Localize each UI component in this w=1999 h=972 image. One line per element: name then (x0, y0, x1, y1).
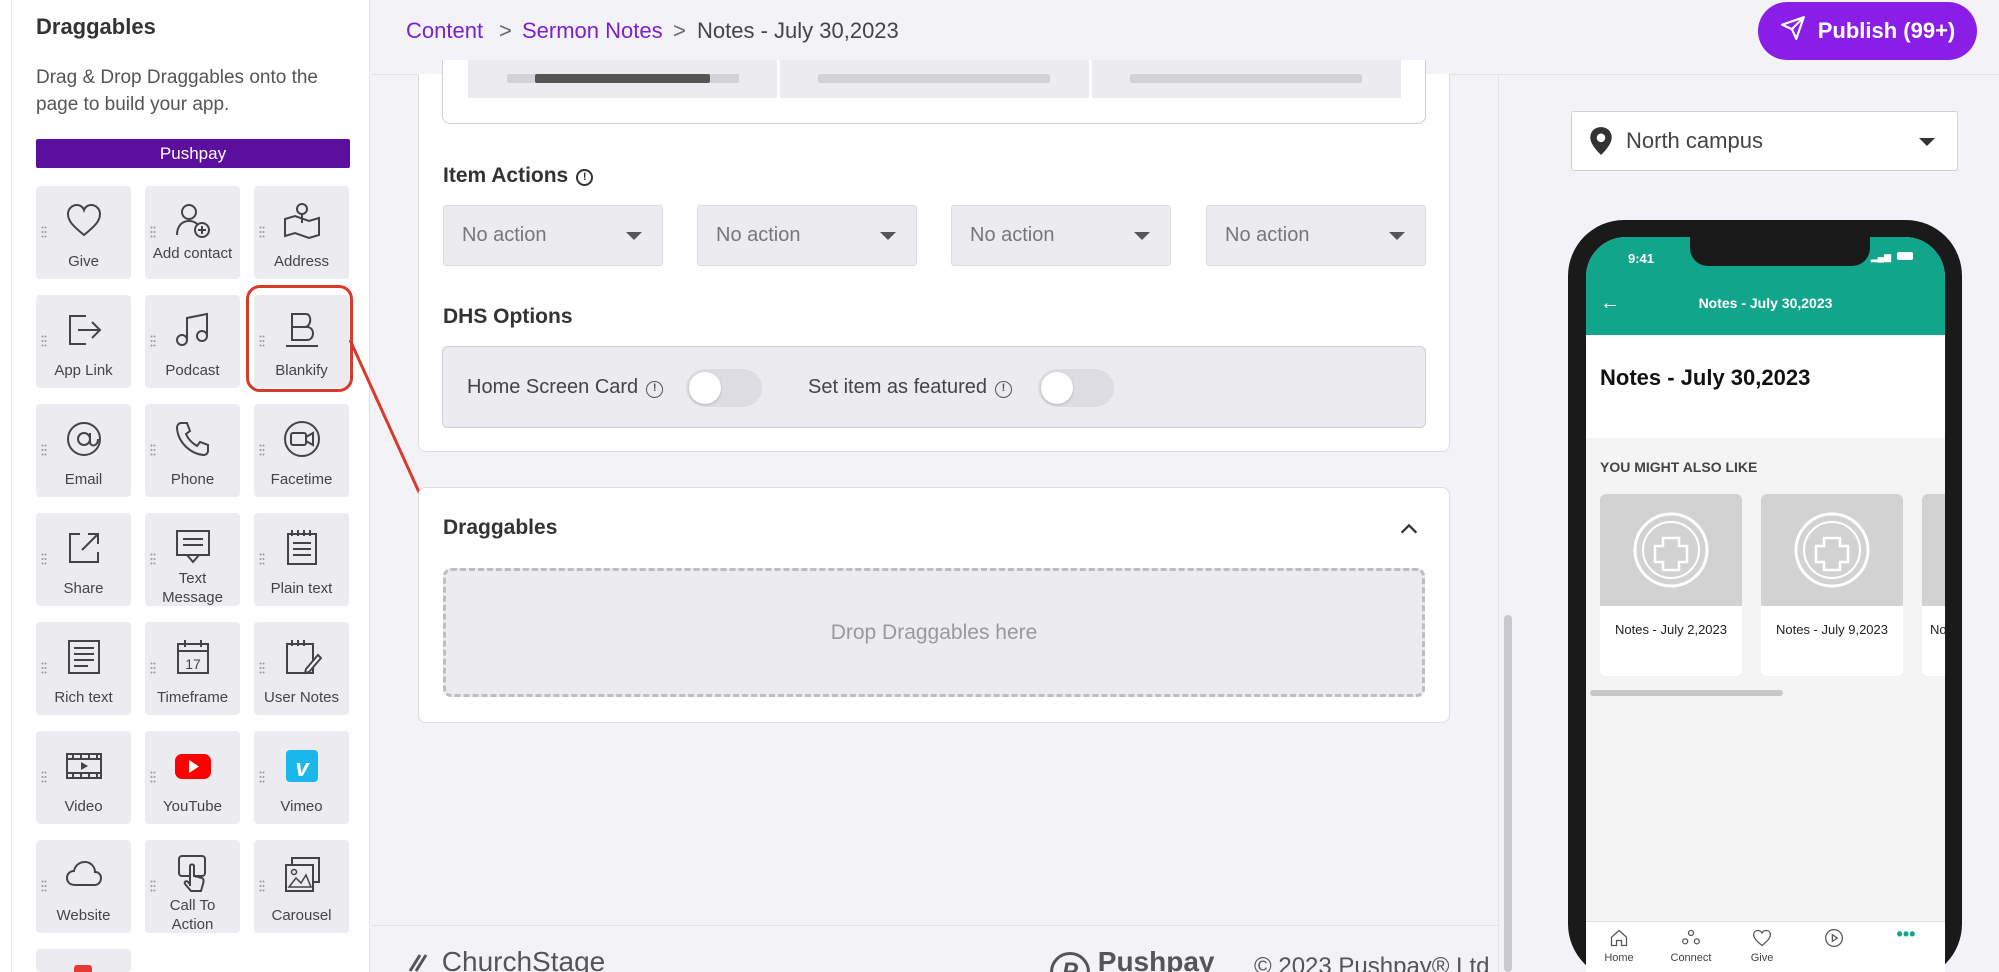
battery-icon (1897, 252, 1913, 260)
placeholder-image (1761, 494, 1903, 606)
phone-screen-title: Notes - July 30,2023 (1698, 295, 1833, 311)
play-icon[interactable] (1804, 928, 1864, 953)
thumbnail-bar-active (535, 74, 710, 83)
featured-label: Set item as featured! (808, 376, 1012, 399)
thumbnail-bar (818, 74, 1050, 83)
breadcrumb-separator: > (499, 18, 512, 43)
home-screen-card-toggle[interactable] (686, 369, 762, 407)
info-icon[interactable]: ! (576, 169, 594, 186)
phone-heading: Notes - July 30,2023 (1600, 365, 1811, 390)
related-card-title: Notes - July 2,2023 (1614, 622, 1727, 637)
phone-screen: 9:41 ▂▄▆ ← Notes - July 30,2023 Notes - … (1586, 237, 1945, 972)
caret-down-icon (1919, 138, 1935, 146)
status-time: 9:41 (1628, 251, 1655, 266)
signal-icon: ▂▄▆ (1870, 252, 1891, 262)
drop-zone[interactable]: Drop Draggables here (443, 568, 1425, 697)
home-screen-card-label: Home Screen Card! (467, 376, 664, 399)
item-actions-heading: Item Actions! (443, 164, 594, 188)
puzzle-icon (1633, 512, 1709, 588)
puzzle-icon (1794, 512, 1870, 588)
publish-button[interactable]: Publish (99+) (1758, 2, 1977, 60)
caret-down-icon (1389, 232, 1405, 240)
also-like-label: YOU MIGHT ALSO LIKE (1600, 459, 1758, 475)
location-pin-icon (1588, 126, 1614, 162)
item-action-select-1[interactable]: No action (443, 205, 663, 266)
item-action-select-3[interactable]: No action (951, 205, 1171, 266)
churchstage-icon (408, 954, 428, 972)
connect-icon (1661, 928, 1721, 953)
tab-connect[interactable]: Connect (1661, 952, 1721, 964)
item-action-select-2[interactable]: No action (697, 205, 917, 266)
churchstage-logo: ChurchStage (406, 946, 605, 972)
info-icon[interactable]: ! (994, 381, 1012, 398)
dhs-options-heading: DHS Options (443, 305, 573, 328)
carousel-scrollbar[interactable] (1590, 690, 1783, 696)
caret-down-icon (1134, 232, 1150, 240)
featured-toggle[interactable] (1038, 369, 1114, 407)
placeholder-image (1922, 494, 1945, 606)
dhs-options-box: Home Screen Card! Set item as featured! (442, 346, 1426, 428)
breadcrumb-sermon-notes[interactable]: Sermon Notes (522, 18, 663, 44)
related-card[interactable]: Notes - July 9,2023 (1761, 494, 1903, 676)
breadcrumb-current: Notes - July 30,2023 (697, 18, 899, 43)
pushpay-logo: P Pushpay (1050, 946, 1214, 972)
chevron-up-icon[interactable] (1398, 518, 1420, 545)
caret-down-icon (626, 232, 642, 240)
send-icon (1780, 15, 1806, 47)
draggables-heading: Draggables (443, 516, 558, 539)
item-action-select-4[interactable]: No action (1206, 205, 1426, 266)
publish-label: Publish (99+) (1817, 18, 1956, 43)
copyright-text: © 2023 Pushpay® Ltd (1254, 953, 1490, 972)
caret-down-icon (880, 232, 896, 240)
campus-select[interactable]: North campus (1571, 111, 1958, 171)
pushpay-icon: P (1050, 952, 1090, 972)
scrollbar-thumb[interactable] (1504, 615, 1512, 972)
related-card-title: Notes - July 9,2023 (1775, 622, 1888, 637)
tab-home[interactable]: Home (1589, 952, 1649, 964)
thumbnail-bar (1130, 74, 1362, 83)
related-card-title: No 16 (1930, 622, 1945, 637)
related-card[interactable]: No 16 (1922, 494, 1945, 676)
phone-tab-bar: Home Connect Give ••• (1586, 921, 1945, 972)
breadcrumb-content[interactable]: Content (406, 18, 483, 44)
related-card[interactable]: Notes - July 2,2023 (1600, 494, 1742, 676)
home-icon (1589, 928, 1649, 953)
more-icon[interactable]: ••• (1876, 924, 1936, 945)
placeholder-image (1600, 494, 1742, 606)
heart-icon (1732, 928, 1792, 953)
info-icon[interactable]: ! (646, 381, 664, 398)
breadcrumb-separator: > (673, 18, 686, 43)
tab-give[interactable]: Give (1732, 952, 1792, 964)
campus-label: North campus (1626, 128, 1763, 153)
phone-notch (1690, 236, 1870, 266)
